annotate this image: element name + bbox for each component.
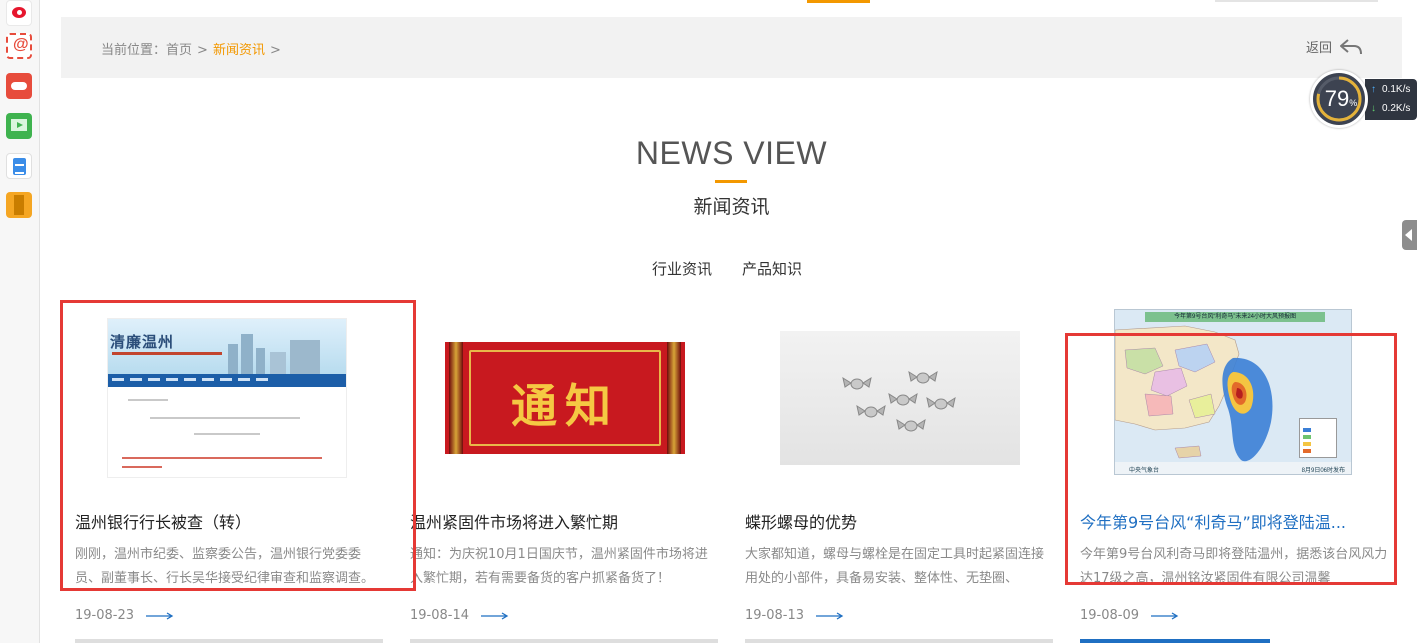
breadcrumb-separator: > bbox=[197, 43, 208, 58]
game-icon[interactable] bbox=[6, 73, 32, 99]
download-arrow-icon: ↓ bbox=[1371, 103, 1376, 114]
back-arrow-icon bbox=[1340, 38, 1362, 54]
card-bottom-bar bbox=[75, 639, 383, 643]
notice-banner-image: 通知 bbox=[445, 341, 685, 454]
site-banner: 清廉温州 bbox=[108, 318, 346, 374]
text-line bbox=[128, 398, 168, 401]
card-bottom-bar bbox=[410, 639, 718, 643]
section-subtitle: 新闻资讯 bbox=[693, 196, 770, 218]
typhoon-map-footer: 中央气象台 8月9日06时发布 bbox=[1115, 461, 1351, 474]
site-logo: 清廉温州 bbox=[110, 332, 175, 351]
network-speed-widget[interactable]: ↑ 0.1K/s ↓ 0.2K/s 79% bbox=[1310, 70, 1417, 130]
news-date: 19-08-23 bbox=[75, 608, 174, 623]
wing-nut-shape bbox=[896, 418, 926, 431]
section-title: NEWS VIEW bbox=[635, 135, 828, 171]
text-line bbox=[194, 432, 260, 435]
breadcrumb-current-link[interactable]: 新闻资讯 bbox=[213, 43, 265, 58]
download-speed: ↓ 0.2K/s bbox=[1371, 103, 1411, 114]
breadcrumb-bar: 当前位置：首页 > 新闻资讯 > 返回 bbox=[61, 17, 1402, 78]
news-summary: 大家都知道，螺母与螺栓是在固定工具时起紧固连接用处的小部件，具备易安装、整体性、… bbox=[745, 547, 1045, 586]
breadcrumb-separator: > bbox=[269, 43, 281, 58]
news-summary: 通知：为庆祝10月1日国庆节，温州紧固件市场将进 入繁忙期，若有需要备货的客户抓… bbox=[410, 547, 708, 586]
site-logo-underline bbox=[112, 351, 222, 355]
building-shape bbox=[241, 333, 253, 374]
scroll-edge bbox=[667, 341, 681, 454]
news-date-text: 19-08-14 bbox=[410, 608, 470, 623]
breadcrumb: 当前位置：首页 > 新闻资讯 > bbox=[101, 39, 286, 58]
typhoon-source: 中央气象台 bbox=[1129, 467, 1160, 474]
read-more-arrow-icon[interactable] bbox=[1151, 611, 1179, 620]
building-shape bbox=[270, 351, 286, 374]
wing-nuts-photo bbox=[780, 330, 1020, 465]
active-nav-underline bbox=[807, 0, 870, 3]
speed-panel: ↑ 0.1K/s ↓ 0.2K/s bbox=[1365, 79, 1417, 120]
tab-product-knowledge[interactable]: 产品知识 bbox=[742, 258, 802, 279]
text-line bbox=[150, 416, 300, 419]
news-title[interactable]: 温州银行行长被查（转） bbox=[75, 509, 375, 533]
back-button[interactable]: 返回 bbox=[1306, 37, 1364, 56]
news-card[interactable]: 通知 温州紧固件市场将进入繁忙期 通知：为庆祝10月1日国庆节，温州紧固件市场将… bbox=[410, 300, 720, 643]
news-title[interactable]: 温州紧固件市场将进入繁忙期 bbox=[410, 509, 710, 533]
news-thumbnail[interactable]: 通知 bbox=[410, 300, 720, 495]
news-date: 19-08-14 bbox=[410, 608, 509, 623]
wing-nut-shape bbox=[926, 396, 956, 409]
read-more-arrow-icon[interactable] bbox=[146, 611, 174, 620]
browser-sidebar bbox=[0, 0, 40, 643]
read-more-arrow-icon[interactable] bbox=[816, 611, 844, 620]
wing-nut-shape bbox=[856, 404, 886, 417]
news-thumbnail[interactable] bbox=[745, 300, 1055, 495]
gauge-percent: 79% bbox=[1324, 86, 1358, 111]
news-date: 19-08-09 bbox=[1080, 608, 1179, 623]
news-date-text: 19-08-23 bbox=[75, 608, 135, 623]
news-date-text: 19-08-09 bbox=[1080, 608, 1140, 623]
wing-nut-shape bbox=[908, 370, 938, 383]
search-box-edge bbox=[1215, 0, 1378, 2]
news-card[interactable]: 清廉温州 温州银行行长被查（转） 刚刚，温州市纪委、监察委公告，温州银行党委委员… bbox=[75, 300, 385, 643]
building-shape bbox=[256, 347, 265, 374]
news-thumbnail[interactable]: 今年第9号台风“利奇马”未来24小时大风预报图 中央气象台 8月9日06时发布 bbox=[1078, 294, 1388, 489]
wing-nut-shape bbox=[888, 392, 918, 405]
back-label: 返回 bbox=[1305, 41, 1332, 56]
side-collapse-tab[interactable] bbox=[1402, 220, 1417, 250]
building-shape bbox=[290, 339, 320, 374]
news-date-text: 19-08-13 bbox=[745, 608, 805, 623]
read-more-arrow-icon[interactable] bbox=[481, 611, 509, 620]
news-card[interactable]: 蝶形螺母的优势 大家都知道，螺母与螺栓是在固定工具时起紧固连接用处的小部件，具备… bbox=[745, 300, 1055, 643]
typhoon-map-image: 今年第9号台风“利奇马”未来24小时大风预报图 中央气象台 8月9日06时发布 bbox=[1114, 308, 1352, 475]
mail-icon[interactable] bbox=[6, 33, 32, 59]
news-thumbnail[interactable]: 清廉温州 bbox=[72, 300, 382, 495]
card-bottom-bar bbox=[745, 639, 1053, 643]
upload-arrow-icon: ↑ bbox=[1371, 84, 1376, 95]
upload-speed: ↑ 0.1K/s bbox=[1371, 84, 1411, 95]
weibo-icon[interactable] bbox=[6, 0, 32, 26]
site-nav-bar bbox=[108, 373, 346, 387]
card-bottom-bar-active bbox=[1080, 639, 1270, 643]
memory-gauge: 79% bbox=[1310, 70, 1368, 128]
tab-industry-news[interactable]: 行业资讯 bbox=[652, 258, 712, 279]
notice-text: 通知 bbox=[511, 378, 619, 433]
typhoon-legend bbox=[1299, 417, 1337, 458]
typhoon-time: 8月9日06时发布 bbox=[1301, 467, 1345, 474]
wing-nut-shape bbox=[842, 376, 872, 389]
news-title[interactable]: 今年第9号台风“利奇马”即将登陆温... bbox=[1080, 509, 1380, 533]
website-screenshot-image: 清廉温州 bbox=[107, 317, 347, 478]
breadcrumb-home-link[interactable]: 首页 bbox=[166, 43, 192, 58]
text-line bbox=[122, 465, 162, 468]
category-tabs: 行业资讯 产品知识 bbox=[652, 258, 802, 279]
text-line bbox=[122, 456, 322, 459]
news-summary: 刚刚，温州市纪委、监察委公告，温州银行党委委员、副董事长、行长吴华接受纪律审查和… bbox=[75, 547, 375, 586]
news-summary: 今年第9号台风利奇马即将登陆温州，据悉该台风风力达17级之高，温州铭汝紧固件有限… bbox=[1080, 547, 1388, 586]
building-shape bbox=[228, 343, 238, 374]
news-title[interactable]: 蝶形螺母的优势 bbox=[745, 509, 1045, 533]
title-underline bbox=[715, 180, 747, 183]
breadcrumb-prefix: 当前位置： bbox=[101, 43, 167, 58]
news-card[interactable]: 今年第9号台风“利奇马”未来24小时大风预报图 中央气象台 8月9日06时发布 bbox=[1080, 300, 1390, 643]
news-date: 19-08-13 bbox=[745, 608, 844, 623]
